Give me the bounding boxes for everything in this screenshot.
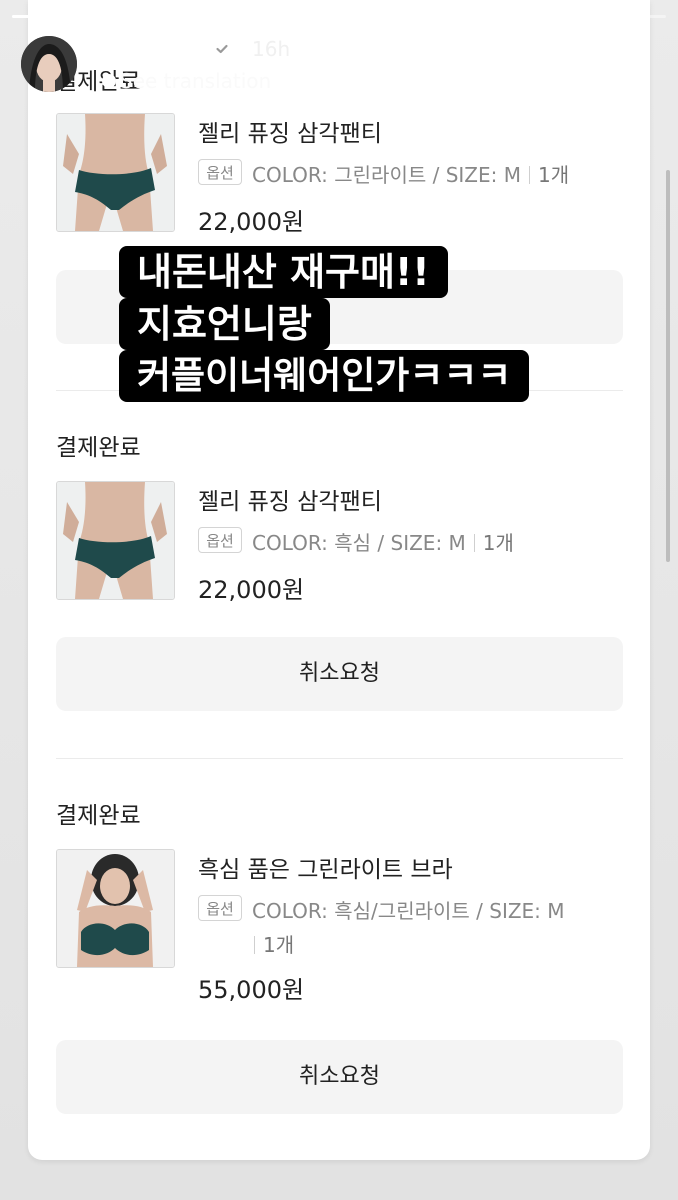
cancel-request-button[interactable]: 취소요청 (56, 1040, 623, 1114)
price: 22,000원 (198, 208, 305, 236)
order-status: 결제완료 (56, 803, 141, 829)
see-translation-label: See translation (120, 69, 272, 93)
product-name: 젤리 퓨징 삼각팬티 (198, 489, 382, 515)
quantity: 1개 (482, 531, 514, 555)
caption-line-1: 내돈내산 재구매!! (119, 246, 448, 298)
order-status: 결제완료 (56, 435, 141, 461)
option-badge: 옵션 (198, 527, 242, 553)
caption-line-3: 커플이너웨어인가ㅋㅋㅋ (119, 350, 530, 402)
separator (473, 534, 475, 552)
cancel-request-button[interactable]: 취소요청 (56, 637, 623, 711)
separator (254, 936, 255, 954)
product-image-panty-black (56, 481, 175, 600)
see-translation-link[interactable]: See translation (102, 69, 271, 93)
option-badge: 옵션 (198, 895, 242, 921)
more-options-icon[interactable] (631, 49, 639, 77)
quantity: 1개 (263, 933, 295, 957)
post-time: 16h (252, 37, 291, 61)
option-line-2: 1개 (246, 929, 294, 958)
product-image-panty-teal (56, 113, 175, 232)
product-name: 흑심 품은 그린라이트 브라 (198, 857, 453, 883)
quantity: 1개 (538, 163, 570, 187)
option-text: COLOR: 흑심/그린라이트 / SIZE: M (252, 899, 565, 923)
story-header: jiminlop 16h See translation Follow (0, 0, 678, 120)
translate-icon (102, 74, 116, 88)
avatar[interactable] (21, 36, 77, 92)
username[interactable]: jiminlop (98, 36, 189, 60)
option-badge: 옵션 (198, 159, 242, 185)
caption-line-2: 지효언니랑 (119, 298, 330, 350)
story-viewer: 결제완료 젤리 퓨징 삼각팬티 옵션 COLOR: 그린라이트 / SIZE: … (0, 0, 678, 1200)
product-image-bra (56, 849, 175, 968)
separator (529, 166, 530, 184)
price: 55,000원 (198, 976, 305, 1004)
follow-button[interactable]: Follow (476, 34, 606, 88)
divider (56, 758, 623, 759)
option-line: COLOR: 흑심 / SIZE: M 1개 (252, 527, 514, 556)
option-text: COLOR: 흑심 / SIZE: M (252, 531, 466, 555)
verified-badge-icon (212, 38, 232, 58)
price: 22,000원 (198, 576, 305, 604)
option-text: COLOR: 그린라이트 / SIZE: M (252, 163, 521, 187)
scrollbar[interactable] (666, 170, 670, 562)
option-line: COLOR: 그린라이트 / SIZE: M 1개 (252, 159, 569, 188)
